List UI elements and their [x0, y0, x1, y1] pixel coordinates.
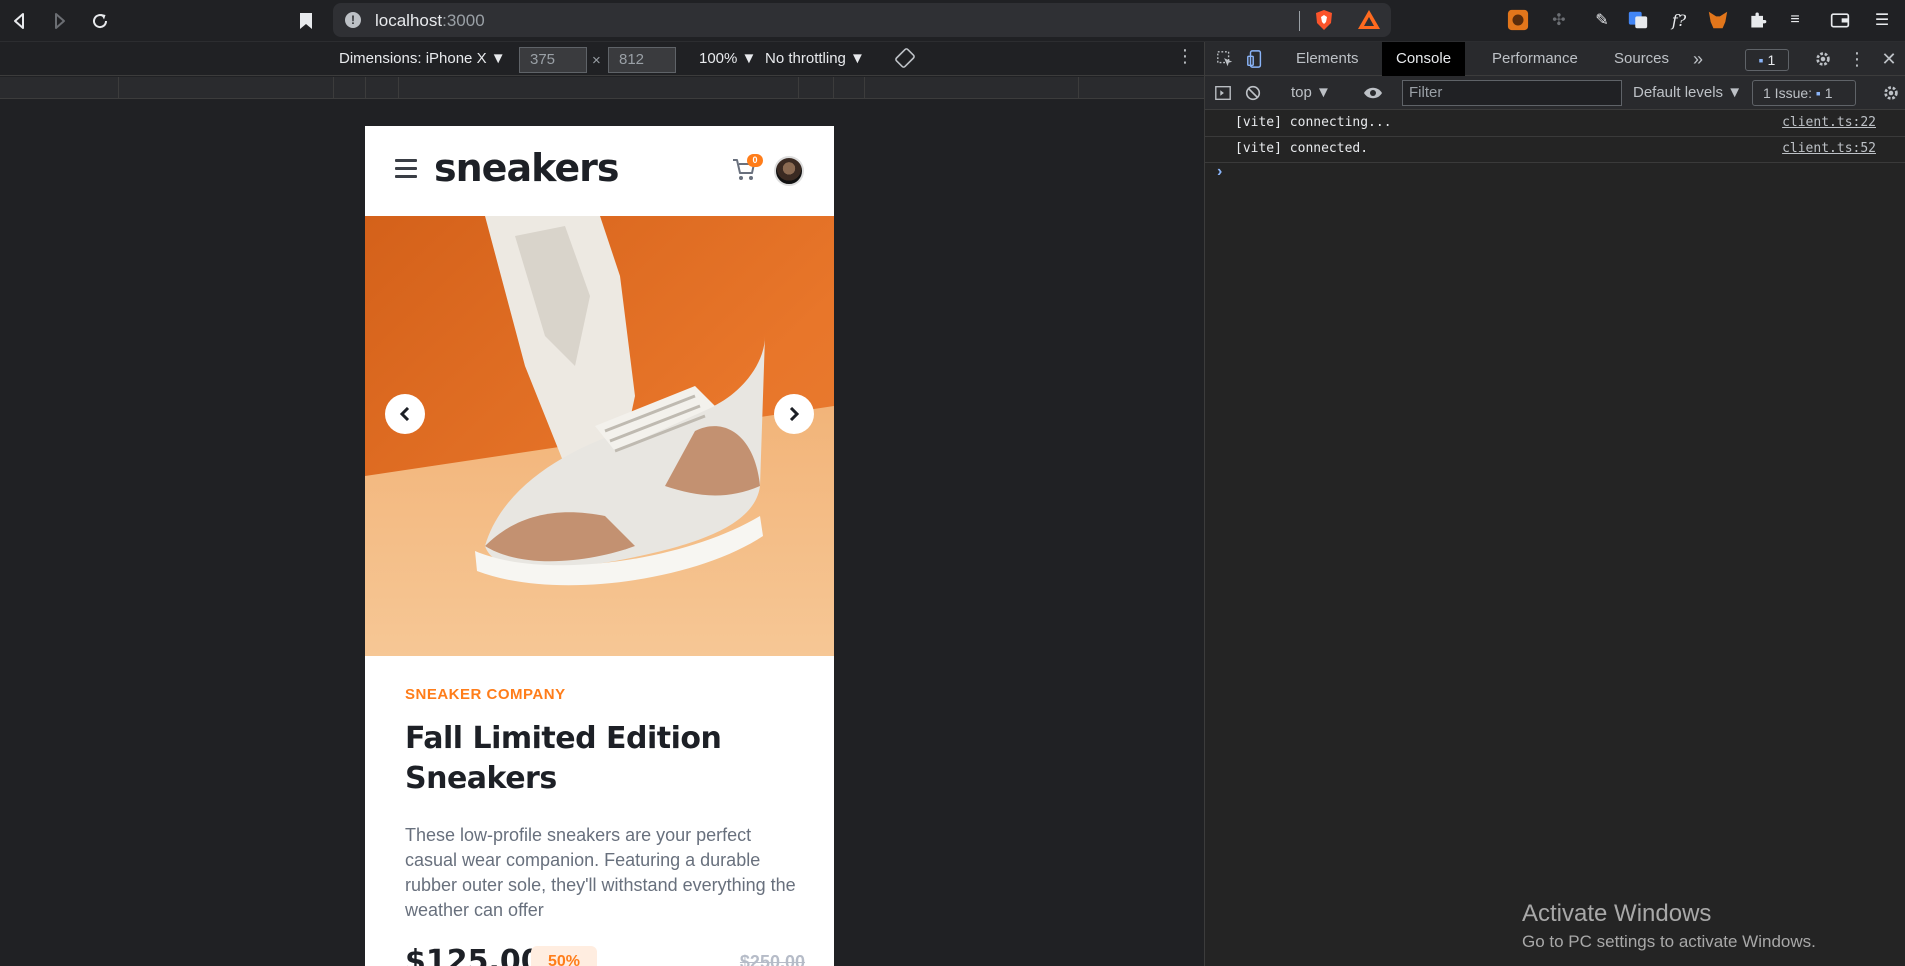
devtools-more-icon[interactable]: ⋮ — [1845, 47, 1869, 71]
reading-list-icon[interactable]: ≡ — [1783, 8, 1807, 32]
browser-toolbar: ! localhost:3000 ✣ ✎ f? ≡ ☰ — [0, 0, 1905, 42]
device-toolbar: Dimensions: iPhone X ▼ 375 × 812 100% ▼ … — [0, 42, 1204, 76]
avatar[interactable] — [774, 156, 804, 186]
media-query-ruler — [0, 77, 1204, 99]
brave-shields-icon[interactable] — [1313, 9, 1335, 31]
previous-image-button[interactable] — [385, 394, 425, 434]
reload-icon — [93, 14, 108, 29]
sidebar-toggle-icon[interactable] — [1211, 81, 1235, 105]
divider — [1299, 11, 1300, 31]
devtools-panel: Elements Console Performance Sources » ▪… — [1204, 42, 1905, 966]
console-message-text: [vite] connected. — [1235, 141, 1369, 156]
extension-formula-icon[interactable]: f? — [1667, 8, 1691, 32]
back-arrow-icon — [14, 13, 24, 29]
chevron-right-icon — [789, 407, 800, 421]
extension-fox-icon[interactable] — [1506, 8, 1530, 32]
extension-pen-icon[interactable]: ✎ — [1590, 8, 1614, 32]
dimension-times: × — [592, 52, 601, 69]
mobile-page: sneakers 0 — [365, 126, 834, 966]
settings-gear-icon[interactable] — [1811, 47, 1835, 71]
emulated-viewport: sneakers 0 — [0, 99, 1204, 966]
close-devtools-icon[interactable]: ✕ — [1877, 47, 1901, 71]
console-message: [vite] connected. client.ts:52 — [1205, 137, 1905, 163]
device-dimensions-select[interactable]: Dimensions: iPhone X ▼ — [339, 50, 506, 67]
console-source-link[interactable]: client.ts:22 — [1782, 115, 1876, 130]
console-message-text: [vite] connecting... — [1235, 115, 1392, 130]
issues-badge[interactable]: ▪ 1 — [1745, 49, 1789, 71]
forward-arrow-icon — [55, 13, 65, 29]
zoom-select[interactable]: 100% ▼ — [699, 50, 756, 67]
console-toolbar: top ▼ Filter Default levels ▼ 1 Issue: ▪… — [1205, 76, 1905, 110]
back-button[interactable] — [6, 7, 34, 35]
rotate-icon[interactable] — [895, 48, 915, 72]
wallet-icon[interactable] — [1828, 8, 1852, 32]
menu-icon[interactable] — [395, 159, 417, 179]
device-toolbar-more-icon[interactable]: ⋮ — [1176, 46, 1194, 67]
extensions-puzzle-icon[interactable] — [1746, 8, 1770, 32]
device-height-input[interactable]: 812 — [608, 47, 676, 73]
inspect-element-icon[interactable] — [1213, 47, 1237, 71]
brave-rewards-icon[interactable] — [1357, 9, 1381, 31]
console-settings-gear-icon[interactable] — [1879, 81, 1903, 105]
address-bar[interactable]: ! localhost:3000 — [333, 3, 1391, 37]
devtools-tabbar: Elements Console Performance Sources » ▪… — [1205, 42, 1905, 76]
product-image — [365, 216, 834, 656]
forward-button[interactable] — [45, 7, 73, 35]
watermark-subtitle: Go to PC settings to activate Windows. — [1522, 932, 1816, 951]
tab-performance[interactable]: Performance — [1478, 42, 1592, 76]
issues-counter[interactable]: 1 Issue: ▪ 1 — [1752, 80, 1856, 106]
reload-button[interactable] — [86, 7, 114, 35]
live-expression-eye-icon[interactable] — [1361, 81, 1385, 105]
cart-count-badge: 0 — [747, 154, 763, 167]
next-image-button[interactable] — [774, 394, 814, 434]
extension-translate-icon[interactable] — [1626, 8, 1650, 32]
device-width-input[interactable]: 375 — [519, 47, 587, 73]
tab-sources[interactable]: Sources — [1600, 42, 1683, 76]
clear-console-icon[interactable] — [1241, 81, 1265, 105]
site-info-icon[interactable]: ! — [345, 12, 361, 28]
url-text: localhost:3000 — [375, 11, 485, 30]
extension-crosshair-icon[interactable]: ✣ — [1547, 8, 1571, 32]
log-levels-select[interactable]: Default levels ▼ — [1633, 84, 1742, 101]
console-message: [vite] connecting... client.ts:22 — [1205, 111, 1905, 137]
more-tabs-icon[interactable]: » — [1679, 42, 1717, 76]
console-source-link[interactable]: client.ts:52 — [1782, 141, 1876, 156]
console-prompt[interactable]: › — [1217, 163, 1222, 181]
tab-elements[interactable]: Elements — [1282, 42, 1373, 76]
site-header: sneakers 0 — [365, 126, 834, 216]
chevron-left-icon — [399, 407, 410, 421]
device-toggle-icon[interactable] — [1243, 47, 1267, 71]
extension-metamask-icon[interactable] — [1706, 8, 1730, 32]
watermark-title: Activate Windows — [1522, 900, 1712, 927]
windows-activation-watermark: Activate Windows Go to PC settings to ac… — [1522, 900, 1816, 952]
site-logo[interactable]: sneakers — [434, 146, 619, 190]
context-select[interactable]: top ▼ — [1291, 84, 1331, 101]
browser-menu-icon[interactable]: ☰ — [1870, 8, 1894, 32]
tab-console[interactable]: Console — [1382, 42, 1466, 76]
console-filter-input[interactable]: Filter — [1402, 80, 1622, 106]
sneaker-photo — [365, 216, 834, 656]
throttling-select[interactable]: No throttling ▼ — [765, 50, 865, 67]
bookmark-icon — [300, 13, 312, 29]
bookmark-button[interactable] — [292, 7, 320, 35]
